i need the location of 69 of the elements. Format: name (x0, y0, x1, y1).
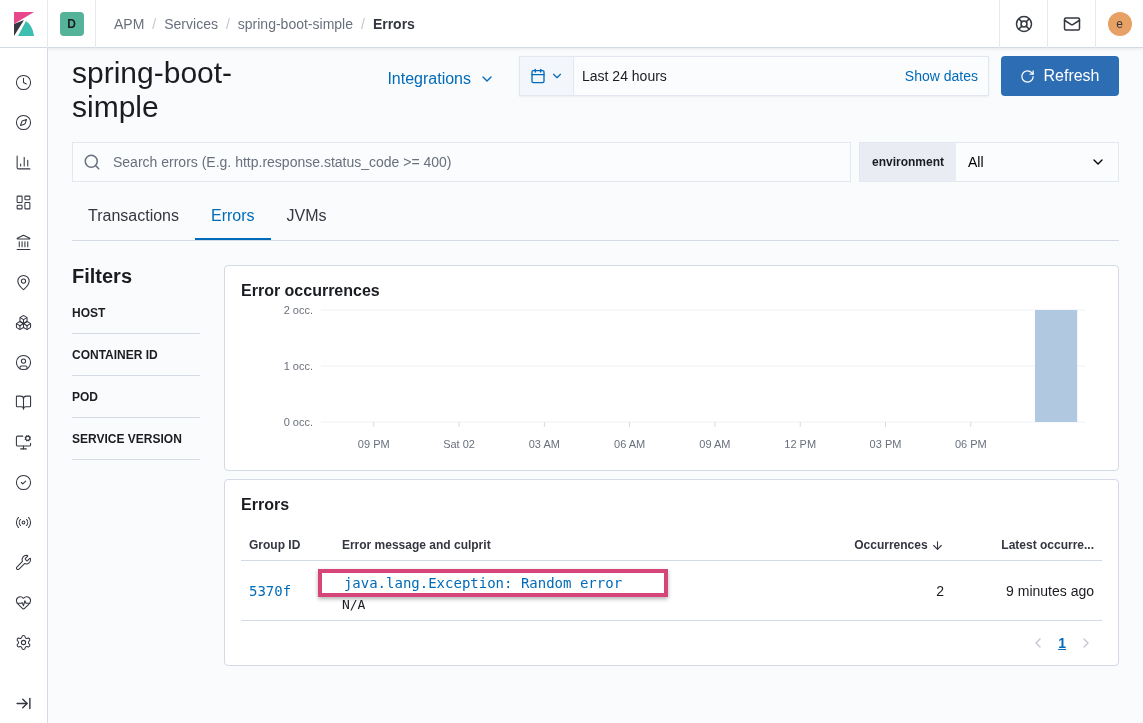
column-header[interactable]: Group ID (241, 530, 334, 561)
x-tick-label: 03 PM (869, 438, 902, 450)
space-avatar[interactable]: D (59, 11, 84, 36)
calendar-icon (529, 68, 546, 84)
breadcrumb[interactable]: Errors (372, 15, 415, 32)
book-icon[interactable] (15, 393, 32, 411)
compass-icon[interactable] (15, 113, 32, 131)
refresh-button[interactable]: Refresh (1001, 56, 1119, 96)
culprit-text: N/A (341, 597, 367, 613)
building-icon[interactable] (15, 233, 32, 251)
check-circle-icon[interactable] (15, 473, 32, 491)
breadcrumb[interactable]: APM (114, 15, 145, 32)
search-field[interactable]: Search errors (E.g. http.response.status_code >= 400) (72, 142, 851, 182)
tab[interactable]: Errors (195, 198, 271, 240)
filter-item[interactable]: SERVICE VERSION (72, 418, 200, 460)
date-range: Last 24 hours (581, 68, 668, 84)
dashboard-icon[interactable] (15, 193, 32, 211)
table-cell: 9 minutes ago (951, 560, 1102, 621)
filter-item[interactable]: HOST (72, 302, 200, 334)
panel-title: Error occurrences (241, 282, 381, 300)
x-tick-label: 06 AM (614, 438, 646, 450)
bar-chart-icon[interactable] (15, 153, 32, 171)
clock-icon[interactable] (15, 73, 32, 91)
x-tick-label: 09 PM (357, 438, 390, 450)
user-icon[interactable] (15, 353, 32, 371)
table-cell: 2 (806, 560, 952, 621)
tab[interactable]: Transactions (72, 198, 195, 240)
page-title: spring-boot-simple (72, 56, 234, 124)
search-input[interactable]: Search errors (E.g. http.response.status_code >= 400) (111, 153, 840, 171)
help-icon[interactable] (1014, 14, 1033, 33)
sort-arrow-icon (930, 539, 944, 553)
x-tick-label: 06 PM (954, 438, 987, 450)
search-icon (83, 153, 101, 171)
x-tick-label: 03 AM (528, 438, 560, 450)
breadcrumb-separator: / (361, 15, 365, 32)
map-pin-icon[interactable] (15, 273, 32, 291)
settings-icon[interactable] (15, 633, 32, 651)
breadcrumb-separator: / (152, 15, 157, 32)
integrations-menu[interactable]: Integrations (375, 66, 507, 92)
filters-title: Filters (72, 265, 134, 288)
page-link[interactable]: 1 (1058, 635, 1066, 652)
filter-item[interactable]: CONTAINER ID (72, 334, 200, 376)
y-tick-label: 1 occ. (283, 360, 313, 372)
breadcrumb-separator: / (225, 15, 230, 32)
error-message-link[interactable]: java.lang.Exception: Random error (317, 569, 669, 598)
date-quick-menu[interactable] (520, 57, 574, 95)
mail-icon[interactable] (1062, 14, 1081, 33)
breadcrumb[interactable]: Services (164, 15, 218, 32)
x-tick-label: Sat 02 (443, 438, 475, 450)
boxes-icon[interactable] (15, 313, 32, 331)
y-tick-label: 0 occ. (283, 416, 313, 428)
breadcrumb[interactable]: spring-boot-simple (237, 15, 353, 32)
monitor-icon[interactable] (15, 433, 32, 451)
x-tick-label: 12 PM (784, 438, 817, 450)
heart-pulse-icon[interactable] (15, 593, 32, 611)
column-header[interactable]: Error message and culprit (333, 530, 807, 561)
logo-icon[interactable] (13, 11, 34, 36)
y-tick-label: 2 occ. (283, 304, 313, 316)
group-id-link[interactable]: 5370f (249, 582, 292, 599)
x-tick-label: 09 AM (699, 438, 731, 450)
column-header[interactable]: Occurrences (806, 530, 952, 561)
column-header[interactable]: Latest occurre... (951, 530, 1102, 561)
wrench-icon[interactable] (15, 553, 32, 571)
tab[interactable]: JVMs (270, 198, 343, 240)
user-avatar[interactable]: e (1107, 11, 1132, 36)
show-dates-link[interactable]: Show dates (904, 68, 988, 84)
panel-title: Errors (241, 496, 291, 514)
refresh-icon (1020, 68, 1036, 84)
filter-item[interactable]: POD (72, 376, 200, 418)
